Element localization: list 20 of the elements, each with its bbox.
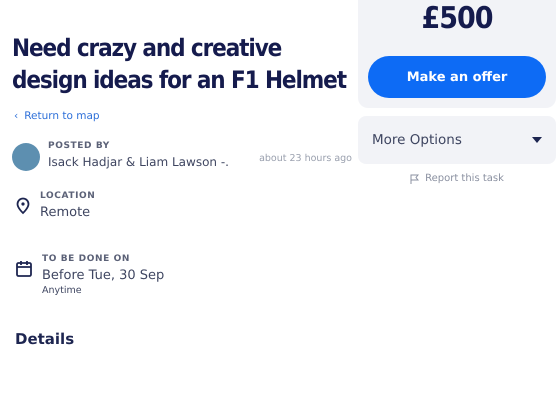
caret-icon <box>532 137 542 143</box>
more-options-dropdown[interactable]: More Options <box>358 116 556 164</box>
task-title: Need crazy and creative design ideas for an F1 Helmet <box>12 33 348 96</box>
make-offer-button[interactable]: Make an offer <box>368 56 546 98</box>
info-label: TO BE DONE ON <box>42 254 131 264</box>
info-label: LOCATION <box>40 191 96 201</box>
details-heading: Details <box>15 330 76 348</box>
posted-time: about 23 hours ago <box>259 153 352 164</box>
price: £500 <box>421 0 493 38</box>
return-to-map-link[interactable]: ‹ Return to map <box>14 110 100 122</box>
info-value: Remote <box>40 205 92 220</box>
location-pin-icon <box>16 197 30 215</box>
avatar <box>12 143 40 171</box>
poster-name: Isack Hadjar & Liam Lawson -. <box>48 155 229 169</box>
posted-by-label: POSTED BY <box>48 141 111 151</box>
report-task-link[interactable]: Report this task <box>404 172 510 185</box>
flag-icon <box>410 174 420 184</box>
calendar-icon <box>16 260 32 277</box>
info-note: Anytime <box>42 285 83 296</box>
info-value: Before Tue, 30 Sep <box>42 268 164 283</box>
